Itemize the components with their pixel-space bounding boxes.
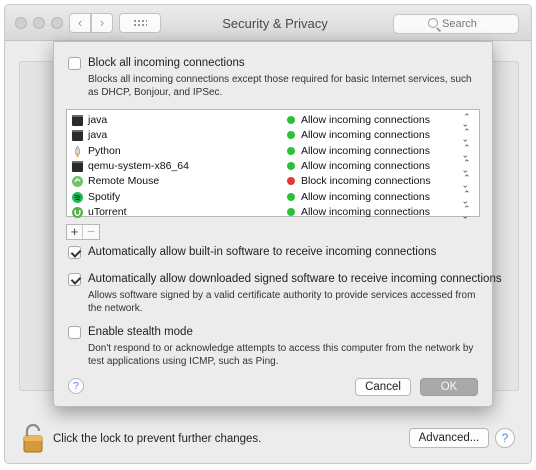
connection-policy-select[interactable]: Block incoming connections (301, 175, 431, 187)
remote-mouse-icon (72, 176, 83, 188)
connection-policy-select[interactable]: Allow incoming connections (301, 129, 430, 141)
search-input[interactable] (442, 17, 512, 31)
app-list: java Allow incoming connections ⌃ ⌃ java Allo… (66, 109, 480, 220)
connection-policy-select[interactable]: Allow incoming connections (301, 160, 430, 172)
cancel-button[interactable]: Cancel (355, 378, 411, 396)
grid-icon (133, 19, 147, 27)
status-dot (287, 177, 295, 186)
connection-policy-select[interactable]: Allow incoming connections (301, 206, 430, 218)
status-dot (287, 161, 295, 170)
auto-builtin-checkbox[interactable] (68, 246, 81, 259)
status-dot (287, 116, 295, 124)
updown-chevron-icon[interactable]: ⌃ ⌃ (461, 204, 470, 220)
spotify-icon (72, 191, 83, 203)
app-row[interactable]: java Allow incoming connections ⌃ ⌃ (67, 113, 479, 128)
lock-status-text: Click the lock to prevent further change… (53, 433, 262, 445)
block-all-description: Blocks all incoming connections except t… (88, 74, 472, 98)
auto-signed-checkbox[interactable] (68, 273, 81, 286)
stealth-mode-description: Don't respond to or acknowledge attempts… (88, 343, 474, 367)
app-row[interactable]: uTorrent Allow incoming connections ⌃ ⌃ (67, 204, 479, 220)
status-dot (287, 207, 295, 216)
terminal-icon (72, 130, 83, 142)
updown-chevron-icon[interactable]: ⌃ ⌃ (461, 143, 470, 159)
terminal-icon (72, 115, 83, 126)
app-row[interactable]: Spotify Allow incoming connections ⌃ ⌃ (67, 189, 479, 205)
window-title: Security & Privacy (222, 16, 328, 31)
status-dot (287, 192, 295, 201)
terminal-icon (72, 160, 83, 172)
close-window-button[interactable] (15, 17, 27, 29)
connection-policy-select[interactable]: Allow incoming connections (301, 145, 430, 157)
app-name: Remote Mouse (88, 175, 160, 188)
block-all-checkbox[interactable] (68, 57, 81, 70)
app-name: java (88, 114, 108, 126)
minimize-window-button[interactable] (33, 17, 45, 29)
forward-button[interactable]: › (91, 13, 113, 33)
sheet-help-button[interactable]: ? (68, 378, 84, 394)
app-name: java (88, 129, 108, 142)
connection-policy-select[interactable]: Allow incoming connections (301, 114, 430, 126)
back-button[interactable]: ‹ (69, 13, 91, 33)
app-name: qemu-system-x86_64 (88, 159, 189, 172)
app-name: Python (88, 144, 121, 157)
remove-app-button[interactable]: − (83, 225, 99, 239)
updown-chevron-icon[interactable]: ⌃ ⌃ (461, 174, 470, 190)
app-row[interactable]: java Allow incoming connections ⌃ ⌃ (67, 128, 479, 143)
app-name: Spotify (88, 190, 121, 203)
updown-chevron-icon[interactable]: ⌃ ⌃ (461, 158, 470, 174)
app-row[interactable]: Remote Mouse Block incoming connections ⌃ ⌃ (67, 174, 479, 189)
help-button[interactable]: ? (495, 428, 515, 448)
status-dot (287, 131, 295, 140)
auto-signed-label: Automatically allow downloaded signed so… (88, 273, 502, 285)
bottom-bar: Click the lock to prevent further change… (5, 413, 531, 463)
show-all-button[interactable] (119, 13, 161, 33)
title-bar: ‹ › Security & Privacy (5, 5, 531, 41)
zoom-window-button[interactable] (51, 17, 63, 29)
auto-builtin-label: Automatically allow built-in software to… (88, 246, 437, 258)
firewall-options-sheet: Block all incoming connections Blocks al… (53, 41, 502, 407)
python-rocket-icon (72, 144, 83, 157)
app-row[interactable]: Python Allow incoming connections ⌃ ⌃ (67, 143, 479, 159)
updown-chevron-icon[interactable]: ⌃ ⌃ (461, 189, 470, 205)
block-all-label: Block all incoming connections (88, 57, 245, 69)
app-name: uTorrent (88, 205, 127, 218)
add-remove-control: + − (66, 224, 100, 240)
advanced-button[interactable]: Advanced... (409, 428, 489, 448)
add-app-button[interactable]: + (67, 225, 83, 239)
chevron-right-icon: › (99, 15, 105, 30)
search-field[interactable] (393, 14, 519, 34)
stealth-mode-label: Enable stealth mode (88, 326, 193, 338)
connection-policy-select[interactable]: Allow incoming connections (301, 191, 430, 203)
chevron-left-icon: ‹ (77, 15, 83, 30)
lock-icon[interactable] (23, 423, 43, 453)
updown-chevron-icon[interactable]: ⌃ ⌃ (461, 128, 470, 144)
status-dot (287, 146, 295, 155)
ok-button[interactable]: OK (420, 378, 478, 396)
stealth-mode-checkbox[interactable] (68, 326, 81, 339)
updown-chevron-icon[interactable]: ⌃ ⌃ (461, 113, 470, 129)
security-privacy-window: ‹ › Security & Privacy Click the lock to… (4, 4, 532, 464)
auto-signed-description: Allows software signed by a valid certif… (88, 290, 476, 314)
app-row[interactable]: qemu-system-x86_64 Allow incoming connect… (67, 158, 479, 174)
search-icon (428, 18, 438, 28)
utorrent-icon (72, 206, 83, 218)
